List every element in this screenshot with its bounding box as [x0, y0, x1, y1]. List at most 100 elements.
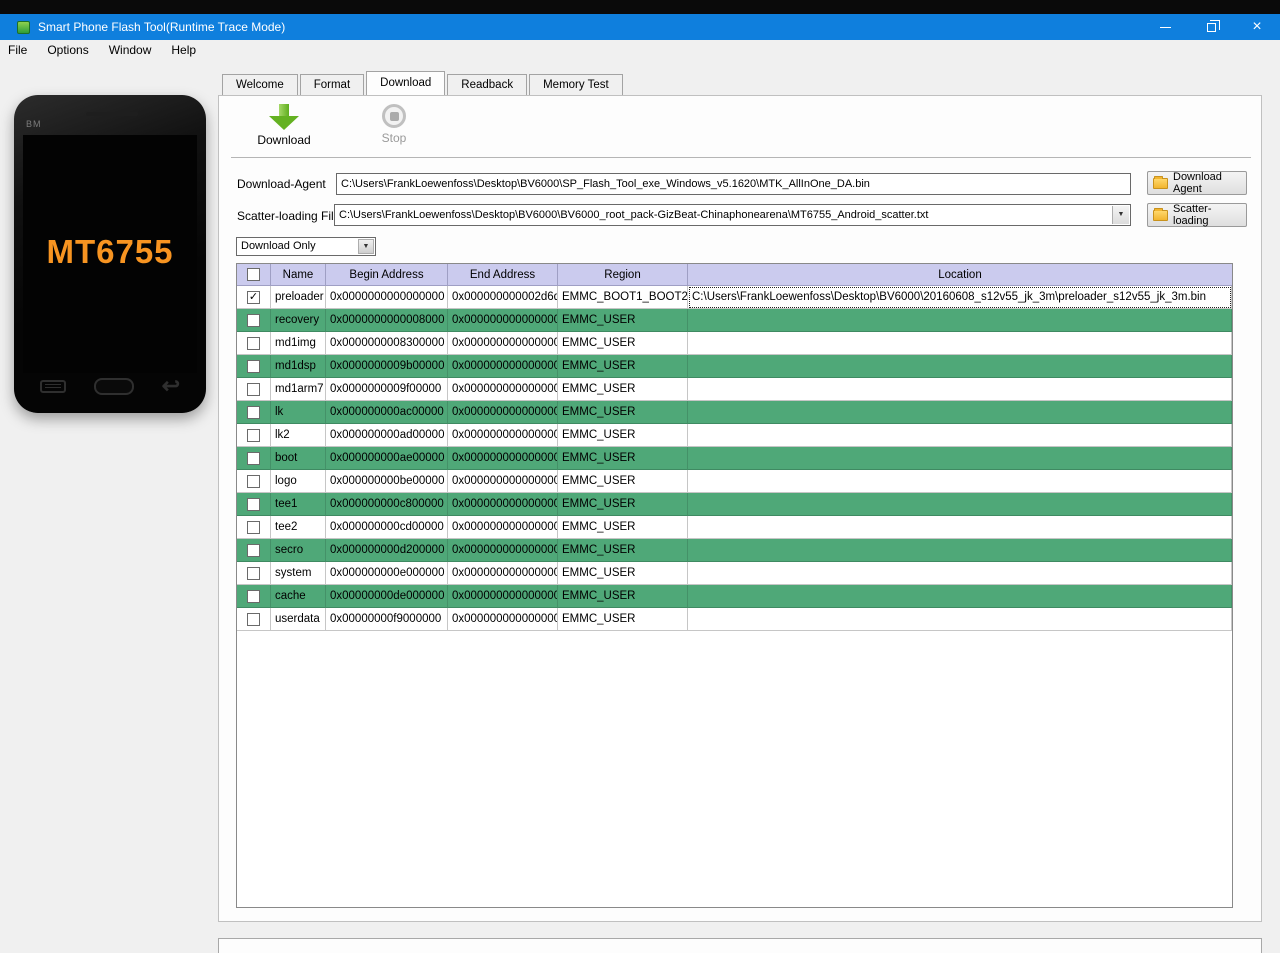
chevron-down-icon[interactable]: ▼	[1112, 206, 1129, 224]
cell-location[interactable]	[688, 516, 1232, 539]
minimize-button[interactable]	[1142, 14, 1188, 40]
partition-table: Name Begin Address End Address Region Lo…	[236, 263, 1233, 908]
select-all-checkbox[interactable]	[247, 268, 260, 281]
cell-begin-address: 0x000000000ad00000	[326, 424, 448, 447]
cell-name: boot	[271, 447, 326, 470]
cell-region: EMMC_BOOT1_BOOT2	[558, 286, 688, 309]
folder-icon	[1153, 210, 1168, 221]
download-agent-label: Download-Agent	[237, 177, 326, 191]
tab-memory-test[interactable]: Memory Test	[529, 74, 623, 95]
tab-download[interactable]: Download	[366, 71, 445, 95]
row-checkbox-cell[interactable]	[237, 585, 271, 608]
download-agent-browse-button[interactable]: Download Agent	[1147, 171, 1247, 195]
table-row[interactable]: recovery 0x0000000000008000 0x0000000000…	[237, 309, 1232, 332]
cell-location[interactable]	[688, 332, 1232, 355]
menu-file[interactable]: File	[0, 40, 37, 61]
menu-options[interactable]: Options	[37, 40, 98, 61]
row-checkbox-cell[interactable]	[237, 562, 271, 585]
download-agent-input[interactable]: C:\Users\FrankLoewenfoss\Desktop\BV6000\…	[336, 173, 1131, 195]
row-checkbox[interactable]	[247, 314, 260, 327]
row-checkbox-cell[interactable]	[237, 355, 271, 378]
row-checkbox[interactable]: ✓	[247, 291, 260, 304]
stop-button[interactable]: Stop	[349, 104, 439, 145]
cell-location[interactable]	[688, 424, 1232, 447]
cell-location[interactable]	[688, 539, 1232, 562]
download-mode-select[interactable]: Download Only ▼	[236, 237, 376, 256]
cell-location[interactable]	[688, 470, 1232, 493]
table-row[interactable]: md1arm7 0x0000000009f00000 0x00000000000…	[237, 378, 1232, 401]
table-row[interactable]: tee1 0x000000000c800000 0x00000000000000…	[237, 493, 1232, 516]
cell-name: lk2	[271, 424, 326, 447]
row-checkbox-cell[interactable]	[237, 539, 271, 562]
row-checkbox-cell[interactable]	[237, 401, 271, 424]
table-row[interactable]: lk2 0x000000000ad00000 0x000000000000000…	[237, 424, 1232, 447]
tab-welcome[interactable]: Welcome	[222, 74, 298, 95]
table-row[interactable]: logo 0x000000000be00000 0x00000000000000…	[237, 470, 1232, 493]
table-row[interactable]: boot 0x000000000ae00000 0x00000000000000…	[237, 447, 1232, 470]
row-checkbox-cell[interactable]	[237, 608, 271, 631]
row-checkbox[interactable]	[247, 383, 260, 396]
row-checkbox[interactable]	[247, 567, 260, 580]
cell-location[interactable]: C:\Users\FrankLoewenfoss\Desktop\BV6000\…	[688, 286, 1232, 309]
row-checkbox[interactable]	[247, 406, 260, 419]
row-checkbox-cell[interactable]: ✓	[237, 286, 271, 309]
cell-begin-address: 0x00000000f9000000	[326, 608, 448, 631]
row-checkbox-cell[interactable]	[237, 516, 271, 539]
row-checkbox-cell[interactable]	[237, 493, 271, 516]
table-row[interactable]: md1dsp 0x0000000009b00000 0x000000000000…	[237, 355, 1232, 378]
row-checkbox[interactable]	[247, 360, 260, 373]
scatter-file-combobox[interactable]: C:\Users\FrankLoewenfoss\Desktop\BV6000\…	[334, 204, 1131, 226]
cell-begin-address: 0x000000000ae00000	[326, 447, 448, 470]
menu-window[interactable]: Window	[99, 40, 162, 61]
row-checkbox-cell[interactable]	[237, 378, 271, 401]
select-all-header-cell[interactable]	[237, 264, 271, 286]
row-checkbox[interactable]	[247, 498, 260, 511]
row-checkbox-cell[interactable]	[237, 470, 271, 493]
cell-location[interactable]	[688, 401, 1232, 424]
cell-end-address: 0x0000000000000000	[448, 355, 558, 378]
close-button[interactable]: ×	[1234, 14, 1280, 40]
cell-location[interactable]	[688, 309, 1232, 332]
header-end-address[interactable]: End Address	[448, 264, 558, 286]
table-row[interactable]: lk 0x000000000ac00000 0x0000000000000000…	[237, 401, 1232, 424]
header-region[interactable]: Region	[558, 264, 688, 286]
chevron-down-icon[interactable]: ▼	[358, 239, 374, 254]
tab-format[interactable]: Format	[300, 74, 364, 95]
table-row[interactable]: cache 0x00000000de000000 0x0000000000000…	[237, 585, 1232, 608]
row-checkbox[interactable]	[247, 429, 260, 442]
cell-location[interactable]	[688, 378, 1232, 401]
phone-chip-label: MT6755	[23, 233, 197, 271]
cell-location[interactable]	[688, 562, 1232, 585]
row-checkbox-cell[interactable]	[237, 424, 271, 447]
titlebar: Smart Phone Flash Tool(Runtime Trace Mod…	[0, 14, 1280, 40]
row-checkbox[interactable]	[247, 475, 260, 488]
cell-location[interactable]	[688, 355, 1232, 378]
row-checkbox-cell[interactable]	[237, 447, 271, 470]
header-name[interactable]: Name	[271, 264, 326, 286]
tab-readback[interactable]: Readback	[447, 74, 527, 95]
download-button[interactable]: Download	[239, 104, 329, 147]
row-checkbox[interactable]	[247, 544, 260, 557]
menu-help[interactable]: Help	[161, 40, 206, 61]
table-row[interactable]: ✓ preloader 0x0000000000000000 0x0000000…	[237, 286, 1232, 309]
row-checkbox-cell[interactable]	[237, 309, 271, 332]
restore-button[interactable]	[1188, 14, 1234, 40]
row-checkbox[interactable]	[247, 452, 260, 465]
cell-location[interactable]	[688, 608, 1232, 631]
row-checkbox[interactable]	[247, 521, 260, 534]
header-location[interactable]: Location	[688, 264, 1232, 286]
cell-location[interactable]	[688, 493, 1232, 516]
row-checkbox[interactable]	[247, 337, 260, 350]
cell-location[interactable]	[688, 585, 1232, 608]
cell-location[interactable]	[688, 447, 1232, 470]
table-row[interactable]: tee2 0x000000000cd00000 0x00000000000000…	[237, 516, 1232, 539]
row-checkbox[interactable]	[247, 590, 260, 603]
table-row[interactable]: userdata 0x00000000f9000000 0x0000000000…	[237, 608, 1232, 631]
row-checkbox-cell[interactable]	[237, 332, 271, 355]
table-row[interactable]: md1img 0x0000000008300000 0x000000000000…	[237, 332, 1232, 355]
table-row[interactable]: system 0x000000000e000000 0x000000000000…	[237, 562, 1232, 585]
header-begin-address[interactable]: Begin Address	[326, 264, 448, 286]
scatter-loading-button[interactable]: Scatter-loading	[1147, 203, 1247, 227]
row-checkbox[interactable]	[247, 613, 260, 626]
table-row[interactable]: secro 0x000000000d200000 0x0000000000000…	[237, 539, 1232, 562]
